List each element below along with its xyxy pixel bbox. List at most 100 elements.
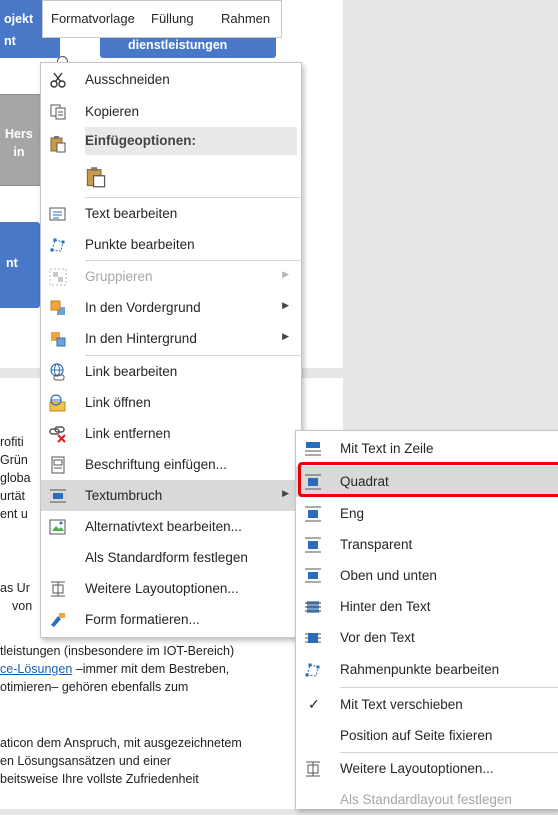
doc-line-7: von — [12, 599, 33, 613]
link-edit-icon — [50, 363, 65, 381]
submenu-item-move-with-text-label: Mit Text verschieben — [340, 697, 463, 712]
link-remove-icon — [49, 426, 66, 443]
bring-forward-icon — [50, 300, 65, 315]
paste-options-header: Einfügeoptionen: — [85, 127, 297, 155]
menu-item-group-label: Gruppieren — [85, 269, 153, 284]
doc-line-1: rofiti — [0, 435, 24, 449]
menu-separator — [340, 687, 558, 688]
mini-toolbar: Formatvorlage Füllung Rahmen — [42, 0, 282, 38]
send-backward-icon — [51, 332, 66, 347]
toolbar-style-button[interactable]: Formatvorlage — [51, 11, 135, 26]
edit-points-icon — [50, 238, 65, 252]
wrap-inline-icon — [305, 442, 321, 456]
group-icon — [49, 268, 67, 286]
doc-line-2: Grün — [0, 453, 28, 467]
shape-top-left-label: ojekt nt — [4, 12, 34, 48]
menu-item-set-default-shape-label: Als Standardform festlegen — [85, 550, 248, 565]
submenu-item-inline[interactable]: Mit Text in Zeile — [296, 433, 558, 464]
menu-item-cut[interactable]: Ausschneiden — [41, 64, 301, 95]
menu-item-paste-keep[interactable] — [41, 160, 301, 194]
menu-item-insert-caption[interactable]: Beschriftung einfügen... — [41, 449, 301, 480]
copy-icon — [50, 104, 66, 120]
submenu-item-fix-position[interactable]: Position auf Seite fixieren — [296, 720, 558, 751]
menu-item-wrap-text-label: Textumbruch — [85, 488, 163, 503]
menu-item-copy-label: Kopieren — [85, 104, 140, 119]
doc-line-9: ce-Lösungen –immer mit dem Bestreben, — [0, 662, 229, 676]
toolbar-fill-button[interactable]: Füllung — [151, 11, 194, 26]
submenu-item-edit-wrap-points[interactable]: Rahmenpunkte bearbeiten — [296, 654, 558, 685]
doc-line-12: en Lösungsansätzen und einer — [0, 754, 171, 768]
doc-line-6: as Ur — [0, 581, 30, 595]
submenu-item-tight-label: Eng — [340, 506, 365, 521]
menu-item-send-backward[interactable]: In den Hintergrund ▶ — [41, 323, 301, 354]
menu-item-more-layout[interactable]: Weitere Layoutoptionen... — [41, 573, 301, 604]
submenu-item-move-with-text[interactable]: ✓ Mit Text verschieben — [296, 689, 558, 720]
in-front-text-icon — [305, 633, 321, 643]
menu-item-open-link-label: Link öffnen — [85, 395, 151, 410]
shape-top-center-label: dienstleistungen — [128, 38, 228, 52]
selection-highlight-box — [298, 462, 558, 497]
menu-item-insert-caption-label: Beschriftung einfügen... — [85, 457, 227, 472]
submenu-item-set-default-layout-label: Als Standardlayout festlegen — [340, 792, 512, 807]
submenu-item-inline-label: Mit Text in Zeile — [340, 441, 434, 456]
paste-options-label: Einfügeoptionen: — [85, 133, 196, 148]
submenu-item-top-bottom[interactable]: Oben und unten — [296, 560, 558, 591]
menu-item-cut-label: Ausschneiden — [85, 72, 170, 87]
menu-item-edit-link-label: Link bearbeiten — [85, 364, 178, 379]
doc-line-10: otimieren– gehören ebenfalls zum — [0, 680, 189, 694]
behind-text-icon — [305, 601, 321, 613]
menu-item-edit-points[interactable]: Punkte bearbeiten — [41, 229, 301, 260]
menu-item-set-default-shape[interactable]: Als Standardform festlegen — [41, 542, 301, 573]
doc-link[interactable]: ce-Lösungen — [0, 662, 72, 676]
menu-item-wrap-text[interactable]: Textumbruch ▶ — [41, 480, 301, 511]
menu-item-bring-forward-label: In den Vordergrund — [85, 300, 201, 315]
shape-middle-grey[interactable]: Hers in — [0, 94, 42, 186]
shape-lower-left-label: nt — [6, 256, 18, 270]
alt-text-icon — [49, 519, 66, 535]
menu-item-open-link[interactable]: Link öffnen — [41, 387, 301, 418]
menu-item-remove-link[interactable]: Link entfernen — [41, 418, 301, 449]
doc-line-11: aticon dem Anspruch, mit ausgezeichnetem — [0, 736, 242, 750]
menu-item-send-backward-label: In den Hintergrund — [85, 331, 197, 346]
doc-line-3: globa — [0, 471, 31, 485]
submenu-arrow-icon: ▶ — [282, 331, 289, 341]
menu-item-alt-text[interactable]: Alternativtext bearbeiten... — [41, 511, 301, 542]
submenu-item-through[interactable]: Transparent — [296, 529, 558, 560]
submenu-item-tight[interactable]: Eng — [296, 498, 558, 529]
wrap-through-icon — [305, 537, 321, 553]
link-open-icon — [49, 394, 66, 412]
paste-icon — [50, 136, 66, 153]
menu-item-alt-text-label: Alternativtext bearbeiten... — [85, 519, 242, 534]
submenu-item-through-label: Transparent — [340, 537, 413, 552]
layout-options-icon — [51, 581, 65, 597]
submenu-item-edit-wrap-points-label: Rahmenpunkte bearbeiten — [340, 662, 500, 677]
menu-item-edit-text-label: Text bearbeiten — [85, 206, 178, 221]
caption-icon — [51, 456, 65, 474]
shape-middle-grey-label: Hers in — [5, 127, 33, 159]
submenu-item-behind-text-label: Hinter den Text — [340, 599, 431, 614]
toolbar-border-button[interactable]: Rahmen — [221, 11, 270, 26]
submenu-item-in-front[interactable]: Vor den Text — [296, 622, 558, 653]
menu-item-bring-forward[interactable]: In den Vordergrund ▶ — [41, 292, 301, 323]
edit-text-icon — [49, 207, 66, 221]
layout-options-icon — [306, 761, 320, 777]
doc-line-5: ent u — [0, 507, 28, 521]
submenu-item-fix-position-label: Position auf Seite fixieren — [340, 728, 493, 743]
submenu-item-set-default-layout[interactable]: Als Standardlayout festlegen — [296, 784, 558, 815]
menu-item-format-shape[interactable]: Form formatieren... — [41, 604, 301, 635]
doc-line-8: tleistungen (insbesondere im IOT-Bereich… — [0, 644, 235, 658]
checkmark-icon: ✓ — [308, 696, 320, 712]
menu-item-copy[interactable]: Kopieren — [41, 96, 301, 127]
shape-lower-left[interactable]: nt — [0, 222, 40, 308]
submenu-item-behind-text[interactable]: Hinter den Text — [296, 591, 558, 622]
submenu-item-more-layout-label: Weitere Layoutoptionen... — [340, 761, 494, 776]
menu-item-edit-link[interactable]: Link bearbeiten — [41, 356, 301, 387]
wrap-top-bottom-icon — [305, 568, 321, 583]
menu-item-edit-text[interactable]: Text bearbeiten — [41, 198, 301, 229]
wrap-tight-icon — [305, 506, 321, 522]
submenu-item-more-layout[interactable]: Weitere Layoutoptionen... — [296, 753, 558, 784]
menu-item-group[interactable]: Gruppieren ▶ — [41, 261, 301, 292]
submenu-item-top-bottom-label: Oben und unten — [340, 568, 437, 583]
doc-line-4: urtät — [0, 489, 26, 503]
scissors-icon — [50, 72, 66, 88]
